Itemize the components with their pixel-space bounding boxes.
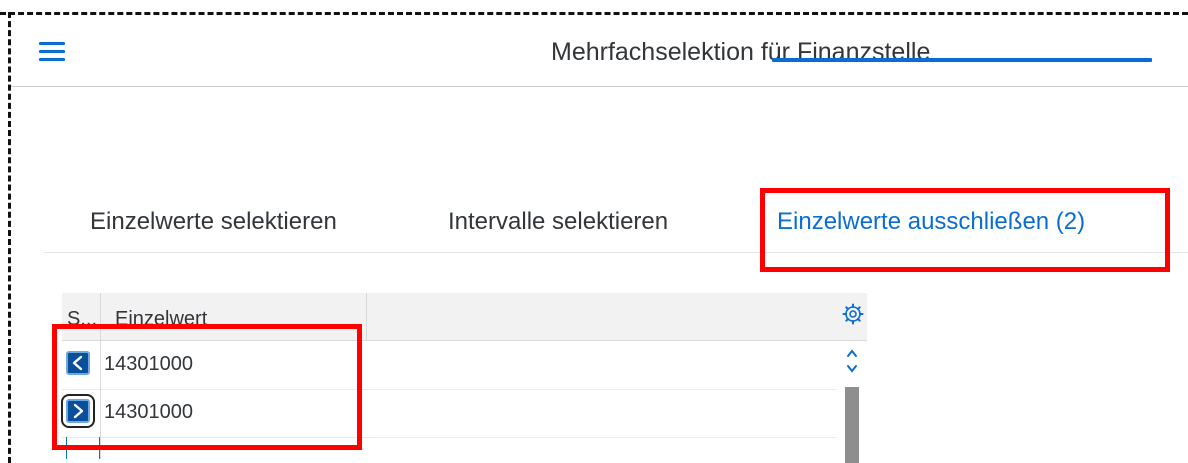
chevron-right-icon[interactable] bbox=[61, 394, 95, 428]
hamburger-menu-icon[interactable] bbox=[39, 42, 65, 64]
column-header-select[interactable]: S... bbox=[62, 293, 101, 340]
tab-intervalle-selektieren[interactable]: Intervalle selektieren bbox=[448, 208, 668, 236]
einzelwert-cell: 14301000 bbox=[104, 401, 193, 423]
values-table: S... Einzelwert 14301000 14301000 bbox=[61, 293, 867, 463]
tab-bar: Einzelwerte selektieren Intervalle selek… bbox=[44, 190, 1188, 253]
vertical-scrollbar[interactable] bbox=[837, 341, 867, 463]
einzelwert-cell: 14301000 bbox=[104, 353, 193, 375]
table-row[interactable]: 14301000 bbox=[61, 389, 837, 438]
table-header-row: S... Einzelwert bbox=[62, 293, 867, 341]
scroll-down-icon[interactable] bbox=[846, 361, 858, 379]
tab-einzelwerte-selektieren[interactable]: Einzelwerte selektieren bbox=[90, 208, 337, 236]
row-selector[interactable] bbox=[62, 341, 101, 389]
empty-row-selector[interactable] bbox=[62, 437, 101, 459]
column-header-einzelwert[interactable]: Einzelwert bbox=[101, 293, 367, 340]
screenshot-frame: Mehrfachselektion für Finanzstelle Einze… bbox=[0, 0, 1188, 463]
dialog-title: Mehrfachselektion für Finanzstelle bbox=[551, 38, 931, 66]
row-selector[interactable] bbox=[61, 389, 101, 437]
settings-gear-icon[interactable] bbox=[842, 303, 864, 325]
scrollbar-thumb[interactable] bbox=[845, 387, 859, 463]
table-row[interactable]: 14301000 bbox=[62, 341, 837, 390]
column-header-select-label: S... bbox=[67, 308, 98, 330]
table-body: 14301000 14301000 bbox=[61, 341, 867, 463]
tab-einzelwerte-ausschliessen[interactable]: Einzelwerte ausschließen (2) bbox=[777, 208, 1085, 236]
chevron-left-icon[interactable] bbox=[66, 351, 90, 375]
dialog-header: Mehrfachselektion für Finanzstelle bbox=[11, 20, 1188, 87]
dashed-border-top bbox=[0, 12, 1188, 15]
active-tab-indicator bbox=[772, 58, 1152, 62]
column-header-einzelwert-label: Einzelwert bbox=[115, 308, 208, 330]
